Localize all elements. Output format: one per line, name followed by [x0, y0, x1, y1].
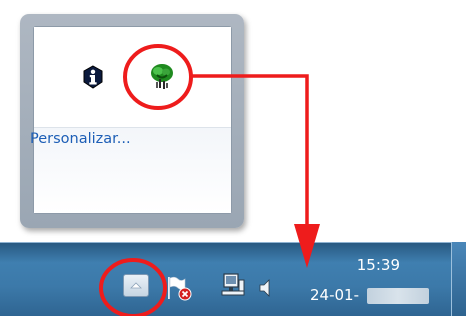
highlight-circle-show-hidden-button [99, 258, 167, 316]
arrow-head [294, 224, 320, 268]
annotation-overlay [99, 44, 320, 316]
connector-line [191, 74, 309, 226]
highlight-circle-network-icon [123, 44, 193, 110]
